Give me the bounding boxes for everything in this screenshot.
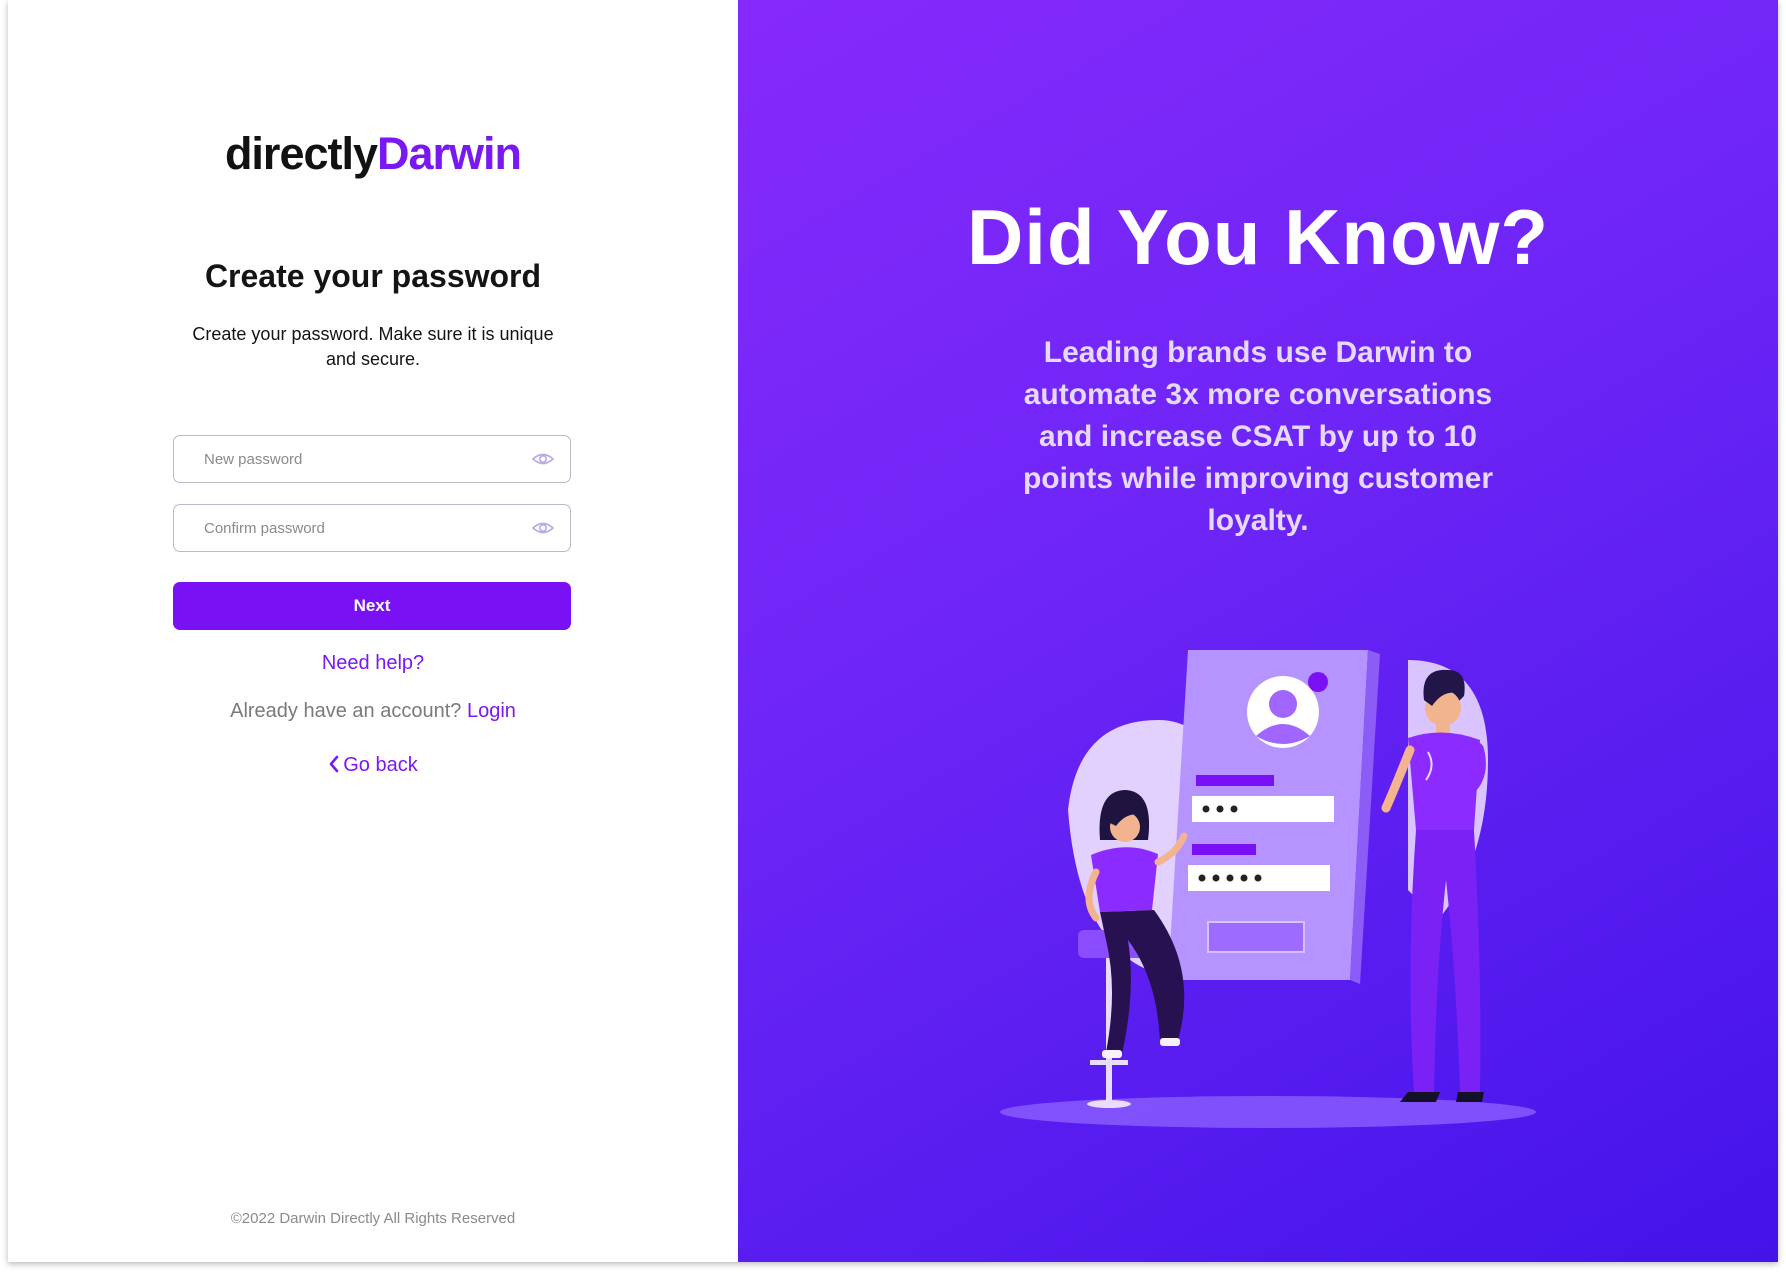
chevron-left-icon [329, 755, 339, 773]
login-illustration [1000, 650, 1536, 1128]
login-prompt: Already have an account? Login [8, 700, 738, 723]
go-back-label: Go back [343, 754, 418, 776]
page-frame: directlyDarwin Create your password Crea… [8, 0, 1778, 1262]
confirm-password-input[interactable] [202, 505, 516, 552]
confirm-password-field [173, 504, 571, 552]
promo-body: Leading brands use Darwin to automate 3x… [1022, 336, 1494, 537]
logo-part-directly: directly [224, 128, 378, 179]
login-link[interactable]: Login [467, 700, 516, 722]
page-title: Create your password [204, 258, 542, 294]
copyright-text: ©2022 Darwin Directly All Rights Reserve… [230, 1210, 516, 1227]
form-panel: directlyDarwin Create your password Crea… [8, 0, 738, 1262]
go-back-link[interactable]: Go back [8, 754, 738, 777]
have-account-text: Already have an account? [230, 700, 462, 722]
eye-icon[interactable] [532, 449, 554, 469]
new-password-field [173, 435, 571, 483]
page-subtitle: Create your password. Make sure it is un… [192, 324, 554, 369]
logo-part-darwin: Darwin [377, 128, 522, 179]
brand-logo: directlyDarwin [8, 128, 738, 180]
eye-icon[interactable] [532, 518, 554, 538]
promo-panel: Did You Know? Leading brands use Darwin … [738, 0, 1778, 1262]
next-button[interactable]: Next [173, 582, 571, 630]
new-password-input[interactable] [202, 436, 516, 483]
need-help-link[interactable]: Need help? [8, 652, 738, 675]
promo-heading: Did You Know? [966, 193, 1550, 281]
